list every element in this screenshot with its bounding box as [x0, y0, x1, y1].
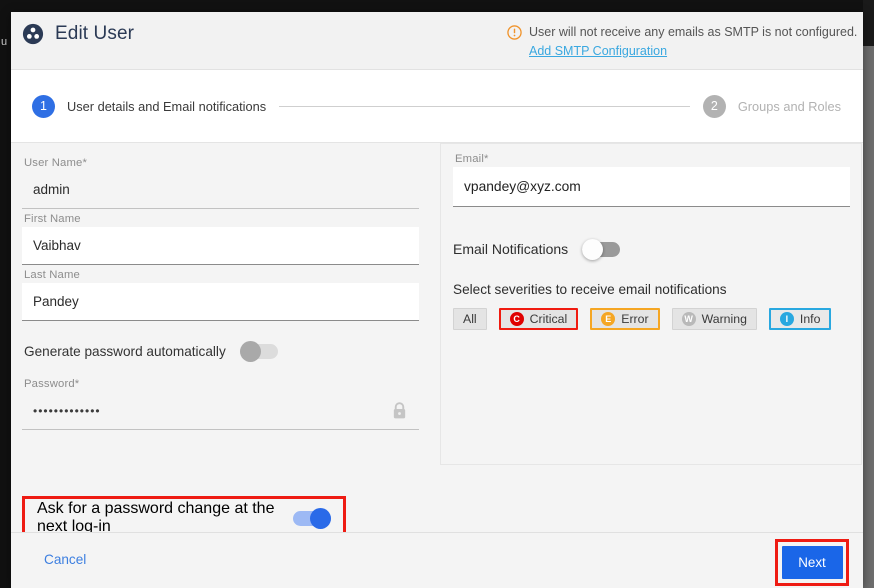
- step-2-label: Groups and Roles: [737, 98, 841, 114]
- background-page-text: u: [1, 36, 8, 48]
- wizard-stepper: 1 User details and Email notifications 2…: [11, 70, 863, 143]
- severity-chip-error-label: Error: [621, 312, 649, 326]
- last-name-field: Last Name Pandey: [22, 269, 419, 321]
- last-name-label: Last Name: [24, 269, 80, 281]
- last-name-input[interactable]: Pandey: [22, 283, 419, 321]
- ask-password-change-toggle[interactable]: [293, 507, 331, 529]
- user-name-input[interactable]: admin: [22, 171, 419, 209]
- email-notifications-toggle[interactable]: [582, 238, 621, 260]
- page-scrollbar[interactable]: [863, 46, 874, 588]
- email-notifications-row: Email Notifications: [453, 238, 850, 260]
- dialog-title-group: Edit User: [22, 23, 134, 45]
- step-1-number: 1: [32, 94, 55, 118]
- lock-icon: [391, 401, 408, 420]
- warning-circle-icon: [507, 25, 522, 40]
- severity-chip-warning[interactable]: W Warning: [671, 308, 757, 330]
- severity-section-title: Select severities to receive email notif…: [453, 282, 727, 297]
- first-name-label: First Name: [24, 213, 81, 225]
- screen: u Edit User User will not receive any em…: [0, 0, 874, 588]
- severity-chip-info[interactable]: I Info: [768, 308, 832, 330]
- edit-user-dialog: Edit User User will not receive any emai…: [11, 12, 863, 588]
- severity-chip-group: All C Critical E Error W Warning I Info: [453, 308, 850, 330]
- ask-password-change-label: Ask for a password change at the next lo…: [37, 500, 275, 535]
- password-input-row[interactable]: •••••••••••••: [22, 392, 419, 430]
- smtp-warning-text-group: User will not receive any emails as SMTP…: [529, 23, 857, 58]
- email-input[interactable]: vpandey@xyz.com: [453, 167, 850, 207]
- severity-chip-error[interactable]: E Error: [590, 308, 660, 330]
- next-button[interactable]: Next: [781, 546, 843, 579]
- severity-chip-critical[interactable]: C Critical: [498, 308, 579, 330]
- warning-badge-icon: W: [681, 312, 696, 326]
- generate-password-toggle[interactable]: [239, 341, 278, 362]
- step-2[interactable]: 2 Groups and Roles: [702, 94, 841, 118]
- severity-chip-warning-label: Warning: [701, 312, 747, 326]
- stepper-connector: [279, 105, 690, 107]
- first-name-field: First Name Vaibhav: [22, 213, 419, 265]
- dialog-footer: Cancel Next: [11, 532, 863, 588]
- password-label: Password*: [24, 378, 80, 390]
- users-group-icon: [22, 23, 44, 45]
- user-name-field: User Name* admin: [22, 157, 419, 209]
- severity-chip-critical-label: Critical: [529, 312, 568, 326]
- email-card: Email* vpandey@xyz.com Email Notificatio…: [440, 143, 862, 465]
- add-smtp-configuration-link[interactable]: Add SMTP Configuration: [529, 44, 857, 58]
- step-1-label: User details and Email notifications: [67, 98, 267, 114]
- severity-chip-info-label: Info: [799, 312, 821, 326]
- smtp-warning: User will not receive any emails as SMTP…: [507, 23, 857, 58]
- user-name-label: User Name*: [24, 157, 88, 169]
- page-title: Edit User: [55, 23, 135, 44]
- step-1[interactable]: 1 User details and Email notifications: [32, 94, 267, 118]
- error-badge-icon: E: [601, 312, 616, 326]
- generate-password-row: Generate password automatically: [24, 341, 419, 362]
- toggle-knob: [310, 507, 331, 529]
- user-details-column: User Name* admin First Name Vaibhav Last…: [11, 143, 440, 540]
- email-notifications-column: Email* vpandey@xyz.com Email Notificatio…: [440, 143, 863, 532]
- dialog-body: User Name* admin First Name Vaibhav Last…: [11, 143, 863, 540]
- next-button-highlight: Next: [775, 539, 849, 586]
- toggle-knob: [582, 238, 604, 260]
- dialog-header: Edit User User will not receive any emai…: [11, 12, 863, 70]
- generate-password-label: Generate password automatically: [24, 344, 226, 359]
- password-field: Password* •••••••••••••: [22, 378, 419, 430]
- smtp-warning-text: User will not receive any emails as SMTP…: [529, 25, 858, 39]
- password-input[interactable]: •••••••••••••: [33, 404, 101, 418]
- cancel-button[interactable]: Cancel: [44, 552, 86, 567]
- severity-chip-all-label: All: [463, 312, 477, 326]
- first-name-input[interactable]: Vaibhav: [22, 227, 419, 265]
- info-badge-icon: I: [779, 312, 794, 326]
- critical-badge-icon: C: [509, 312, 524, 326]
- email-label: Email*: [455, 153, 489, 165]
- step-2-number: 2: [702, 94, 726, 118]
- severity-chip-all[interactable]: All: [453, 308, 487, 330]
- toggle-knob: [239, 341, 261, 362]
- background-top-strip: [863, 0, 874, 46]
- email-notifications-label: Email Notifications: [453, 241, 569, 257]
